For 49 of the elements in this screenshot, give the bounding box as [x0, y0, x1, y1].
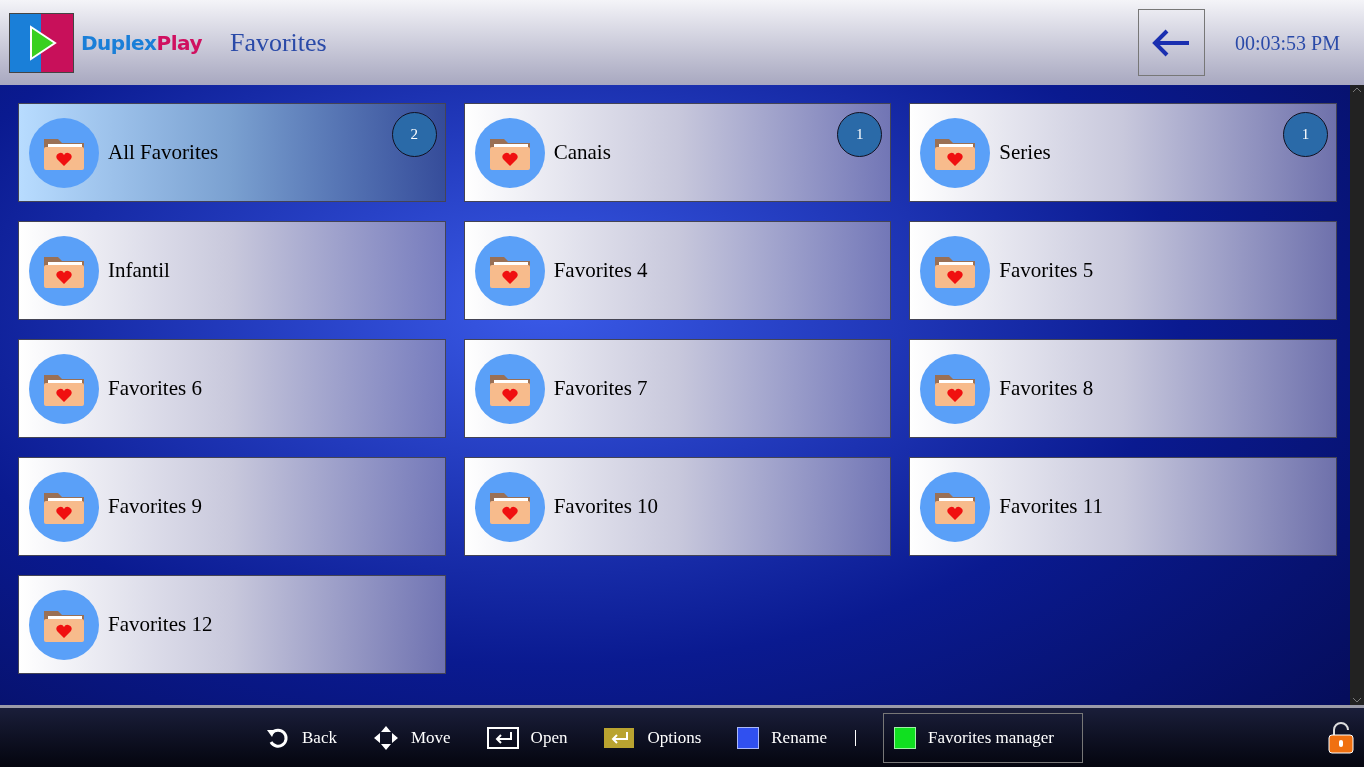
footer-hint[interactable]: Open [486, 724, 568, 751]
folder-tile[interactable]: Favorites 5 [909, 221, 1337, 320]
folder-tile[interactable]: Series 1 [909, 103, 1337, 202]
folder-label: All Favorites [108, 138, 219, 166]
scrollbar[interactable] [1350, 85, 1364, 705]
count-badge: 2 [391, 112, 437, 157]
folder-tile[interactable]: Favorites 10 [463, 457, 892, 556]
enter-key-icon [603, 726, 636, 749]
logo-icon [9, 12, 74, 73]
folder-tile[interactable]: Favorites 4 [463, 221, 892, 320]
folder-label: Favorites 9 [108, 492, 202, 520]
folder-label: Favorites 8 [999, 374, 1094, 402]
enter-key-icon [486, 726, 519, 749]
folder-label: Favorites 4 [553, 256, 648, 284]
folder-tile[interactable]: Favorites 6 [18, 339, 446, 438]
folder-tile[interactable]: Favorites 9 [18, 457, 446, 556]
clock: 00:03:53 PM [1234, 30, 1340, 56]
footer-hint[interactable]: Back [266, 724, 337, 751]
folder-label: Favorites 11 [999, 492, 1103, 520]
back-arrow-icon [1151, 28, 1192, 57]
back-button[interactable] [1137, 9, 1205, 76]
folder-tile[interactable]: Infantil [18, 221, 446, 320]
folder-label: Series [999, 138, 1051, 166]
folder-tile[interactable]: Favorites 7 [463, 339, 892, 438]
scroll-up-icon[interactable] [1353, 87, 1361, 92]
scroll-down-icon[interactable] [1353, 698, 1361, 703]
folder-label: Favorites 5 [999, 256, 1094, 284]
folder-label: Favorites 10 [553, 492, 659, 520]
folder-tile[interactable]: Favorites 8 [909, 339, 1337, 438]
folder-tile[interactable]: Favorites 11 [909, 457, 1337, 556]
folder-tile[interactable]: Canais 1 [463, 103, 892, 202]
page-title: Favorites [229, 27, 327, 59]
undo-icon [266, 726, 290, 749]
logo-text: DuplexPlay [81, 29, 202, 57]
footer-hint[interactable]: Favorites manager [883, 712, 1084, 763]
footer-hint[interactable]: Move [372, 724, 451, 751]
count-badge: 1 [837, 112, 883, 157]
folder-label: Infantil [108, 256, 170, 284]
folder-label: Favorites 12 [108, 610, 213, 638]
folder-tile[interactable]: All Favorites 2 [18, 103, 446, 202]
folder-label: Favorites 6 [108, 374, 202, 402]
count-badge: 1 [1283, 112, 1328, 157]
lock-icon [1328, 722, 1354, 754]
folder-label: Canais [553, 138, 611, 166]
folder-label: Favorites 7 [553, 374, 648, 402]
footer-hint[interactable]: Options [603, 724, 702, 751]
move-arrows-icon [372, 724, 399, 751]
footer-hint[interactable]: Rename [737, 724, 827, 751]
folder-tile[interactable]: Favorites 12 [18, 575, 446, 674]
